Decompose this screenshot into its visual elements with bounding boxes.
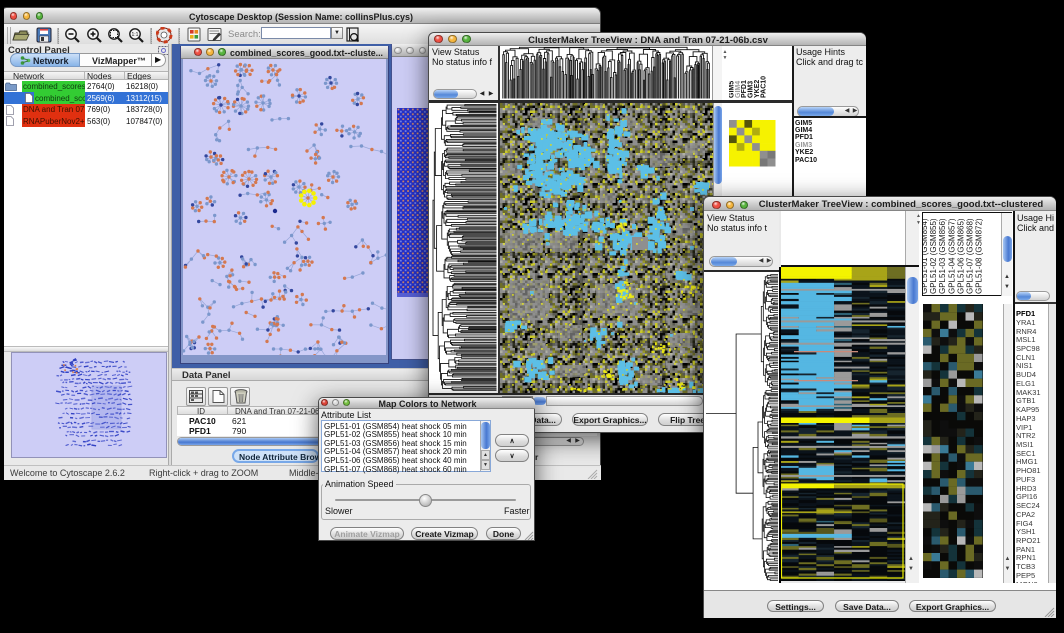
svg-text:GPL51-03 (GSM856): GPL51-03 (GSM856) <box>938 218 947 294</box>
svg-text:GPL51-02 (GSM855): GPL51-02 (GSM855) <box>929 218 938 294</box>
svg-text:GPL51-07 (GSM868): GPL51-07 (GSM868) <box>966 218 975 294</box>
svg-text:PAC10: PAC10 <box>760 76 767 98</box>
svg-text:1:1: 1:1 <box>132 32 139 38</box>
svg-text:GPL51-08 (GSM872): GPL51-08 (GSM872) <box>975 218 984 294</box>
svg-text:GPL51-04 (GSM857): GPL51-04 (GSM857) <box>947 218 956 294</box>
svg-text:GPL51-01 (GSM854): GPL51-01 (GSM854) <box>922 218 929 294</box>
svg-text:GPL51-06 (GSM865): GPL51-06 (GSM865) <box>956 218 965 294</box>
